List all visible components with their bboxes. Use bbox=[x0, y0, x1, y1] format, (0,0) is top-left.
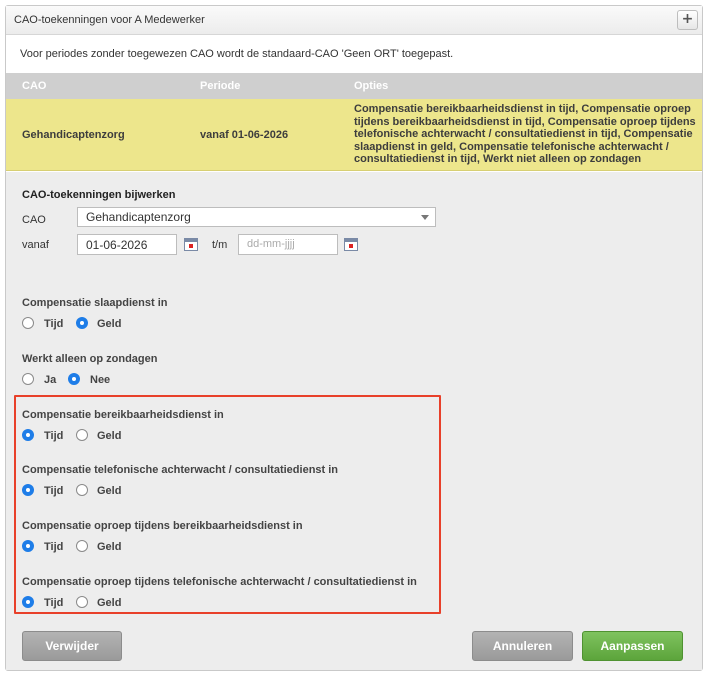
chevron-down-icon bbox=[421, 215, 429, 220]
group-title-slaapdienst: Compensatie slaapdienst in bbox=[22, 297, 168, 309]
radio-label: Geld bbox=[97, 485, 122, 497]
radio-zondagen-ja[interactable] bbox=[22, 373, 34, 385]
table-header: CAO Periode Opties bbox=[6, 73, 702, 99]
radio-label: Nee bbox=[90, 374, 111, 386]
panel-title: CAO-toekenningen voor A Medewerker bbox=[14, 14, 205, 26]
cao-label: CAO bbox=[22, 214, 46, 226]
calendar-icon[interactable] bbox=[184, 238, 198, 251]
delete-button[interactable]: Verwijder bbox=[22, 631, 122, 661]
table-row[interactable]: Gehandicaptenzorg vanaf 01-06-2026 Compe… bbox=[6, 99, 702, 171]
calendar-icon[interactable] bbox=[344, 238, 358, 251]
cancel-button[interactable]: Annuleren bbox=[472, 631, 573, 661]
radio-slaapdienst-tijd[interactable] bbox=[22, 317, 34, 329]
group-title-oproep-bereikbaarheid: Compensatie oproep tijdens bereikbaarhei… bbox=[22, 520, 303, 532]
edit-form: CAO-toekenningen bijwerken CAO Gehandica… bbox=[6, 172, 702, 670]
cao-panel: CAO-toekenningen voor A Medewerker + Voo… bbox=[5, 5, 703, 671]
radio-oproep-achterwacht-geld[interactable] bbox=[76, 596, 88, 608]
cao-select-value: Gehandicaptenzorg bbox=[86, 210, 191, 224]
radio-slaapdienst-geld[interactable] bbox=[76, 317, 88, 329]
radio-bereikbaarheid-tijd[interactable] bbox=[22, 429, 34, 441]
form-title: CAO-toekenningen bijwerken bbox=[22, 189, 176, 201]
group-title-oproep-achterwacht: Compensatie oproep tijdens telefonische … bbox=[22, 576, 417, 588]
radio-oproep-achterwacht-tijd[interactable] bbox=[22, 596, 34, 608]
radio-label: Geld bbox=[97, 597, 122, 609]
radio-label: Geld bbox=[97, 541, 122, 553]
radio-label: Geld bbox=[97, 318, 122, 330]
radio-label: Tijd bbox=[44, 430, 64, 442]
cao-select[interactable]: Gehandicaptenzorg bbox=[77, 207, 436, 227]
cell-periode: vanaf 01-06-2026 bbox=[200, 129, 289, 141]
add-button[interactable]: + bbox=[677, 10, 698, 30]
radio-label: Tijd bbox=[44, 541, 64, 553]
radio-label: Tijd bbox=[44, 597, 64, 609]
group-title-bereikbaarheidsdienst: Compensatie bereikbaarheidsdienst in bbox=[22, 409, 224, 421]
radio-label: Ja bbox=[44, 374, 57, 386]
radio-bereikbaarheid-geld[interactable] bbox=[76, 429, 88, 441]
column-header-cao: CAO bbox=[22, 80, 47, 92]
column-header-periode: Periode bbox=[200, 80, 241, 92]
save-button[interactable]: Aanpassen bbox=[582, 631, 683, 661]
radio-oproep-bereikbaarheid-tijd[interactable] bbox=[22, 540, 34, 552]
tm-label: t/m bbox=[212, 239, 228, 251]
vanaf-label: vanaf bbox=[22, 239, 49, 251]
vanaf-date-input[interactable]: 01-06-2026 bbox=[77, 234, 177, 255]
radio-zondagen-nee[interactable] bbox=[68, 373, 80, 385]
column-header-opties: Opties bbox=[354, 80, 389, 92]
radio-oproep-bereikbaarheid-geld[interactable] bbox=[76, 540, 88, 552]
radio-achterwacht-tijd[interactable] bbox=[22, 484, 34, 496]
radio-label: Tijd bbox=[44, 485, 64, 497]
radio-label: Geld bbox=[97, 430, 122, 442]
group-title-telefonische-achterwacht: Compensatie telefonische achterwacht / c… bbox=[22, 464, 339, 476]
panel-header: CAO-toekenningen voor A Medewerker + bbox=[6, 6, 702, 35]
tm-date-input[interactable]: dd-mm-jjjj bbox=[238, 234, 338, 255]
radio-achterwacht-geld[interactable] bbox=[76, 484, 88, 496]
radio-label: Tijd bbox=[44, 318, 64, 330]
group-title-zondagen: Werkt alleen op zondagen bbox=[22, 353, 158, 365]
info-text: Voor periodes zonder toegewezen CAO word… bbox=[20, 48, 454, 60]
cell-cao: Gehandicaptenzorg bbox=[22, 129, 125, 141]
cell-opties: Compensatie bereikbaarheidsdienst in tij… bbox=[354, 103, 696, 165]
